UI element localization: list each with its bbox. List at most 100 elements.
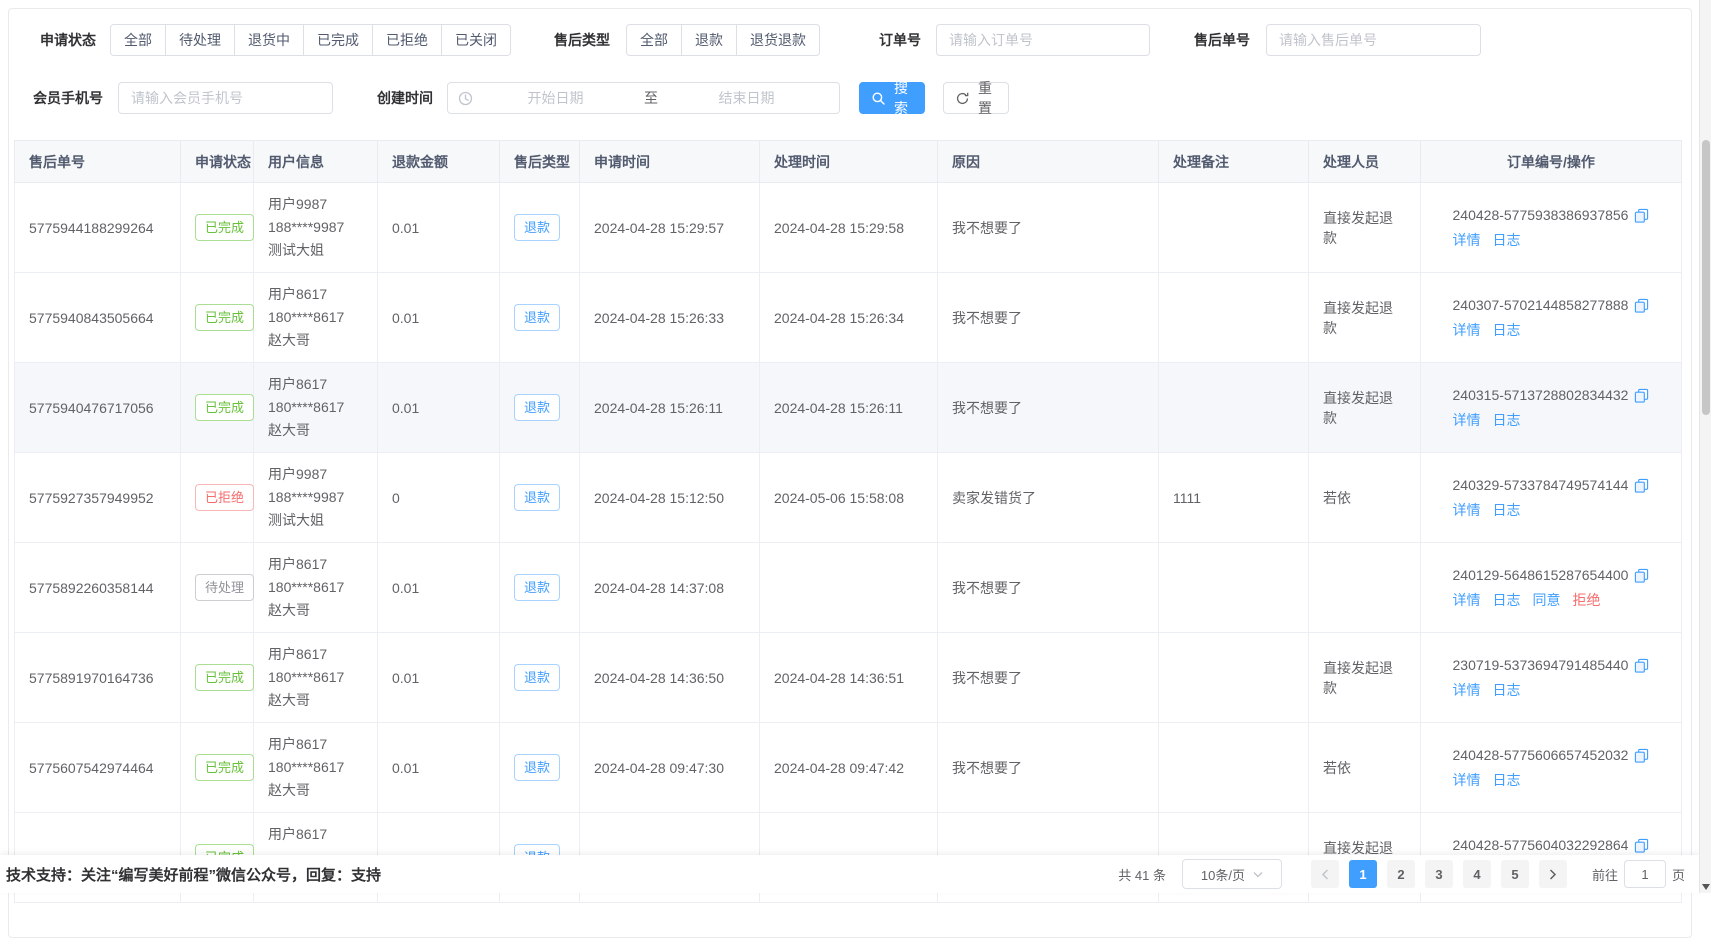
approve-link[interactable]: 同意 <box>1533 592 1561 608</box>
user-info-cell: 用户9987188****9987测试大姐 <box>254 183 378 273</box>
scrollbar-down-arrow[interactable] <box>1702 884 1710 890</box>
user-info-line: 赵大哥 <box>268 419 363 442</box>
status-option-button-0[interactable]: 全部 <box>110 24 166 56</box>
order-no-input[interactable] <box>936 24 1150 56</box>
action-line: 详情日志 <box>1453 499 1650 522</box>
order-line: 240428-5775604032292864 <box>1453 834 1650 857</box>
copy-icon[interactable] <box>1634 568 1649 583</box>
page-button-3[interactable]: 3 <box>1425 860 1453 888</box>
copy-icon[interactable] <box>1634 298 1649 313</box>
log-link[interactable]: 日志 <box>1493 232 1521 248</box>
handle-time-cell: 2024-04-28 15:26:34 <box>760 273 938 363</box>
order-no-label: 订单号 <box>879 30 921 50</box>
table-row[interactable]: 5775892260358144待处理用户8617180****8617赵大哥0… <box>15 543 1682 633</box>
type-cell: 退款 <box>500 543 580 633</box>
order-block: 240129-5648615287654400详情日志同意拒绝 <box>1453 564 1650 612</box>
type-option-button-1[interactable]: 退款 <box>681 24 737 56</box>
next-page-button[interactable] <box>1539 860 1567 888</box>
order-line: 240307-5702144858277888 <box>1453 294 1650 317</box>
table-row[interactable]: 5775927357949952已拒绝用户9987188****9987测试大姐… <box>15 453 1682 543</box>
detail-link[interactable]: 详情 <box>1453 322 1481 338</box>
chevron-left-icon <box>1321 869 1329 880</box>
detail-link[interactable]: 详情 <box>1453 682 1481 698</box>
detail-link[interactable]: 详情 <box>1453 592 1481 608</box>
table-row[interactable]: 5775940843505664已完成用户8617180****8617赵大哥0… <box>15 273 1682 363</box>
status-cell: 已拒绝 <box>181 453 254 543</box>
order-block: 240315-5713728802834432 详情日志 <box>1453 384 1650 432</box>
status-option-button-2[interactable]: 退货中 <box>234 24 304 56</box>
scrollbar-thumb[interactable] <box>1702 140 1710 415</box>
status-option-button-3[interactable]: 已完成 <box>303 24 373 56</box>
copy-icon[interactable] <box>1634 658 1649 673</box>
service-no-cell: 5775940843505664 <box>15 273 181 363</box>
table-row[interactable]: 5775944188299264已完成用户9987188****9987测试大姐… <box>15 183 1682 273</box>
log-link[interactable]: 日志 <box>1493 592 1521 608</box>
page-button-1[interactable]: 1 <box>1349 860 1377 888</box>
page-button-4[interactable]: 4 <box>1463 860 1491 888</box>
page-size-select[interactable]: 10条/页 <box>1182 859 1282 889</box>
log-link[interactable]: 日志 <box>1493 772 1521 788</box>
order-line: 240329-5733784749574144 <box>1453 474 1650 497</box>
page-button-5[interactable]: 5 <box>1501 860 1529 888</box>
reject-link[interactable]: 拒绝 <box>1573 592 1601 608</box>
copy-icon[interactable] <box>1634 478 1649 493</box>
reason-cell: 我不想要了 <box>938 543 1159 633</box>
date-separator: 至 <box>638 88 664 108</box>
order-no: 240315-5713728802834432 <box>1453 384 1629 407</box>
handle-time-cell <box>760 543 938 633</box>
copy-icon[interactable] <box>1634 748 1649 763</box>
end-date-placeholder[interactable]: 结束日期 <box>664 88 829 108</box>
table-row[interactable]: 5775891970164736已完成用户8617180****8617赵大哥0… <box>15 633 1682 723</box>
type-option-button-2[interactable]: 退货退款 <box>736 24 820 56</box>
user-info-cell: 用户8617180****8617赵大哥 <box>254 633 378 723</box>
apply-time-cell: 2024-04-28 15:12:50 <box>580 453 760 543</box>
type-cell: 退款 <box>500 183 580 273</box>
detail-link[interactable]: 详情 <box>1453 502 1481 518</box>
handle-time-cell: 2024-04-28 15:26:11 <box>760 363 938 453</box>
order-no: 240307-5702144858277888 <box>1453 294 1629 317</box>
detail-link[interactable]: 详情 <box>1453 412 1481 428</box>
detail-link[interactable]: 详情 <box>1453 232 1481 248</box>
log-link[interactable]: 日志 <box>1493 322 1521 338</box>
vertical-scrollbar[interactable] <box>1699 0 1711 893</box>
goto-page-input[interactable] <box>1624 860 1666 888</box>
table-row[interactable]: 5775607542974464已完成用户8617180****8617赵大哥0… <box>15 723 1682 813</box>
log-link[interactable]: 日志 <box>1493 412 1521 428</box>
log-link[interactable]: 日志 <box>1493 682 1521 698</box>
status-option-button-5[interactable]: 已关闭 <box>441 24 511 56</box>
main-panel: 申请状态 全部待处理退货中已完成已拒绝已关闭 售后类型 全部退款退货退款 订单号… <box>8 8 1692 938</box>
status-option-button-4[interactable]: 已拒绝 <box>372 24 442 56</box>
copy-icon[interactable] <box>1634 208 1649 223</box>
date-range-picker[interactable]: 开始日期 至 结束日期 <box>447 82 840 114</box>
reset-button[interactable]: 重置 <box>943 82 1009 114</box>
remark-cell <box>1159 363 1309 453</box>
search-button[interactable]: 搜索 <box>859 82 925 114</box>
remark-cell <box>1159 723 1309 813</box>
user-info-line: 188****9987 <box>268 486 363 509</box>
prev-page-button[interactable] <box>1311 860 1339 888</box>
type-option-button-0[interactable]: 全部 <box>626 24 682 56</box>
order-line: 240428-5775938386937856 <box>1453 204 1650 227</box>
service-no-cell: 5775927357949952 <box>15 453 181 543</box>
start-date-placeholder[interactable]: 开始日期 <box>473 88 638 108</box>
handler-cell: 直接发起退款 <box>1309 273 1421 363</box>
detail-link[interactable]: 详情 <box>1453 772 1481 788</box>
page-button-2[interactable]: 2 <box>1387 860 1415 888</box>
service-no-input[interactable] <box>1266 24 1481 56</box>
type-cell: 退款 <box>500 723 580 813</box>
phone-input[interactable] <box>118 82 333 114</box>
table-row[interactable]: 5775940476717056已完成用户8617180****8617赵大哥0… <box>15 363 1682 453</box>
phone-label: 会员手机号 <box>33 88 103 108</box>
copy-icon[interactable] <box>1634 388 1649 403</box>
handler-cell <box>1309 543 1421 633</box>
type-cell: 退款 <box>500 453 580 543</box>
user-info-line: 180****8617 <box>268 396 363 419</box>
status-cell: 已完成 <box>181 273 254 363</box>
service-no-cell: 5775607542974464 <box>15 723 181 813</box>
copy-icon[interactable] <box>1634 838 1649 853</box>
log-link[interactable]: 日志 <box>1493 502 1521 518</box>
handler-cell: 若依 <box>1309 723 1421 813</box>
user-info-line: 用户8617 <box>268 823 363 846</box>
column-header: 用户信息 <box>254 141 378 183</box>
status-option-button-1[interactable]: 待处理 <box>165 24 235 56</box>
